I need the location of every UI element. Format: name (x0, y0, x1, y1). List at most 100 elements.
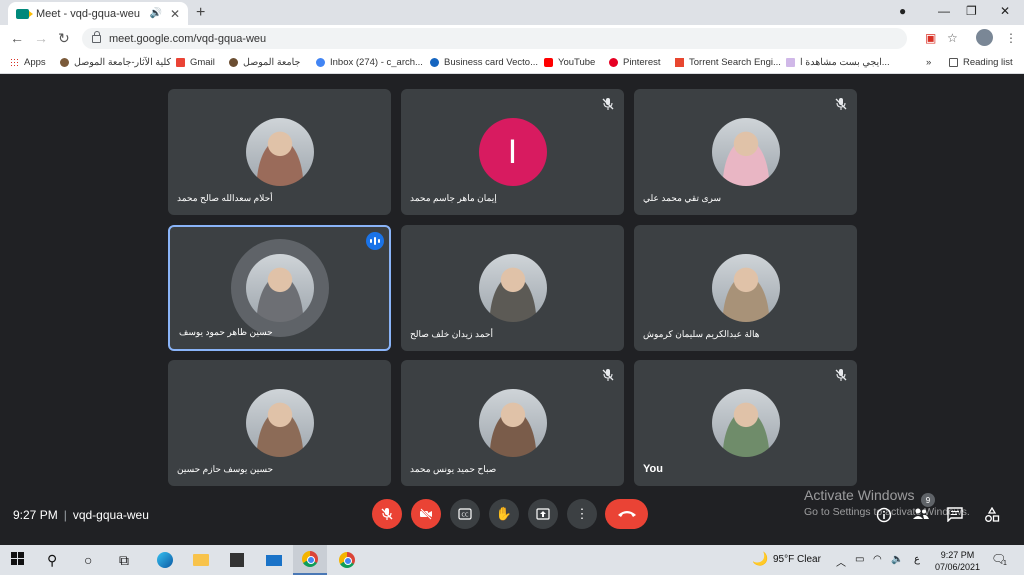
reading-list[interactable]: Reading list (949, 57, 1013, 68)
forward-icon[interactable]: → (34, 30, 48, 46)
store-icon[interactable] (220, 545, 254, 575)
weather-text[interactable]: 95°F Clear (773, 554, 821, 565)
bookmarks-bar: Apps كلية الآثار-جامعة الموصل Gmail جامع… (0, 52, 1024, 74)
participant-name: إيمان ماهر جاسم محمد (410, 193, 497, 203)
back-icon[interactable]: ← (10, 30, 24, 46)
participant-avatar (711, 389, 780, 457)
meet-favicon-icon (16, 8, 33, 19)
more-options-button[interactable]: ⋮ (567, 499, 597, 529)
google-icon (316, 58, 325, 67)
speaker-icon[interactable]: 🔊 (149, 8, 161, 19)
participant-tile[interactable]: حسين يوسف حازم حسين (168, 360, 391, 486)
more-bookmarks-icon[interactable]: » (926, 57, 931, 68)
reload-icon[interactable]: ↻ (58, 30, 70, 47)
apps-grid-icon (10, 58, 19, 67)
participant-tile[interactable]: سرى تقي محمد علي (634, 89, 857, 215)
chrome-window-icon[interactable] (330, 545, 364, 575)
captions-button[interactable]: CC (450, 499, 480, 529)
svg-text:CC: CC (462, 513, 469, 519)
site-icon (229, 58, 238, 67)
participant-avatar (478, 389, 547, 457)
bookmark-star-icon[interactable]: ☆ (947, 31, 958, 45)
meeting-time: 9:27 PM (13, 508, 58, 522)
camera-blocked-icon[interactable]: ▣ (925, 31, 936, 45)
participant-tile[interactable]: صباح حميد يونس محمد (401, 360, 624, 486)
onedrive-icon[interactable]: ▭ (855, 554, 864, 565)
bookmark-apps[interactable]: Apps (10, 57, 46, 68)
participant-avatar: I (478, 118, 547, 186)
mic-off-button[interactable] (372, 499, 402, 529)
meeting-details-button[interactable] (876, 507, 892, 526)
bookmark-torrent[interactable]: Torrent Search Engi... (675, 57, 781, 68)
participant-tile[interactable]: أحلام سعدالله صالح محمد (168, 89, 391, 215)
meet-call-area: أحلام سعدالله صالح محمد I إيمان ماهر جاسم … (0, 75, 1024, 545)
profile-avatar[interactable] (976, 29, 993, 46)
people-button[interactable] (912, 507, 930, 524)
muted-mic-icon (835, 98, 847, 110)
volume-icon[interactable]: 🔈 (891, 554, 903, 565)
captions-icon: CC (458, 508, 472, 520)
bookmark-inbox[interactable]: Inbox (274) - c_arch... (316, 57, 423, 68)
mic-off-icon (381, 508, 393, 520)
taskbar-clock[interactable]: 9:27 PM 07/06/2021 (935, 549, 980, 573)
file-explorer-icon[interactable] (184, 545, 218, 575)
activities-button[interactable] (984, 506, 1000, 526)
bookmark-business-card[interactable]: Business card Vecto... (430, 57, 538, 68)
bookmark-pinterest[interactable]: Pinterest (609, 57, 661, 68)
participant-avatar (711, 118, 780, 186)
task-view-icon[interactable]: ⧉ (119, 552, 129, 569)
weather-icon[interactable]: 🌙 (752, 551, 768, 567)
bookmark-item[interactable]: كلية الآثار-جامعة الموصل (60, 57, 171, 68)
wifi-icon[interactable]: ◠ (873, 554, 882, 565)
avatar-initial: I (507, 132, 518, 171)
tab-title: Meet - vqd-gqua-weu (36, 7, 140, 20)
speaking-indicator-icon (366, 232, 384, 250)
windows-start-icon[interactable] (11, 552, 24, 568)
site-icon (786, 58, 795, 67)
bookmark-gmail[interactable]: Gmail (176, 57, 215, 68)
participant-tile[interactable]: هالة عبدالكريم سليمان كرموش (634, 225, 857, 351)
restore-button[interactable]: ❐ (966, 4, 977, 18)
lock-icon (92, 30, 101, 43)
muted-mic-icon (602, 369, 614, 381)
pinterest-icon (609, 58, 618, 67)
show-hidden-icons-icon[interactable]: ︿ (836, 554, 846, 569)
camera-off-button[interactable] (411, 499, 441, 529)
present-button[interactable] (528, 499, 558, 529)
participant-avatar (245, 254, 314, 322)
bookmark-item[interactable]: جامعة الموصل (229, 57, 300, 68)
menu-icon[interactable]: ⋮ (1005, 31, 1017, 45)
participant-name: حسين ظاهر حمود يوسف (179, 327, 273, 337)
search-icon[interactable]: ⚲ (47, 552, 57, 569)
participant-tile[interactable]: حسين ظاهر حمود يوسف (168, 225, 391, 351)
bookmark-youtube[interactable]: YouTube (544, 57, 595, 68)
chat-button[interactable] (947, 507, 963, 525)
participant-name: صباح حميد يونس محمد (410, 464, 497, 474)
participant-tile[interactable]: I إيمان ماهر جاسم محمد (401, 89, 624, 215)
participant-tile[interactable]: أحمد زيدان خلف صالح (401, 225, 624, 351)
cortana-icon[interactable]: ○ (84, 552, 92, 568)
muted-mic-icon (602, 98, 614, 110)
participant-count-badge: 9 (921, 493, 935, 507)
end-call-button[interactable] (605, 499, 648, 529)
tab-search-icon[interactable]: ● (899, 4, 906, 18)
close-window-button[interactable]: ✕ (1000, 4, 1010, 18)
edge-icon[interactable] (148, 545, 182, 575)
chat-icon (947, 507, 963, 523)
mail-icon[interactable] (257, 545, 291, 575)
input-language[interactable]: ع (914, 554, 920, 565)
participant-name: You (643, 463, 663, 475)
minimize-button[interactable]: — (938, 4, 950, 18)
new-tab-button[interactable]: + (196, 4, 205, 22)
raise-hand-button[interactable]: ✋ (489, 499, 519, 529)
address-bar[interactable]: meet.google.com/vqd-gqua-weu (82, 28, 907, 49)
site-icon (60, 58, 69, 67)
participant-tile[interactable]: You (634, 360, 857, 486)
windows-taskbar: ⚲ ○ ⧉ 🌙 95°F Clear ︿ ▭ ◠ 🔈 ع 9:27 PM 07/… (0, 545, 1024, 575)
browser-tab[interactable]: Meet - vqd-gqua-weu 🔊 ✕ (8, 2, 188, 25)
gmail-icon (176, 58, 185, 67)
chrome-window-icon[interactable] (293, 545, 327, 575)
close-tab-icon[interactable]: ✕ (170, 7, 180, 21)
hang-up-icon (617, 511, 636, 517)
bookmark-item[interactable]: ايجي بست مشاهدة ا... (786, 57, 890, 68)
